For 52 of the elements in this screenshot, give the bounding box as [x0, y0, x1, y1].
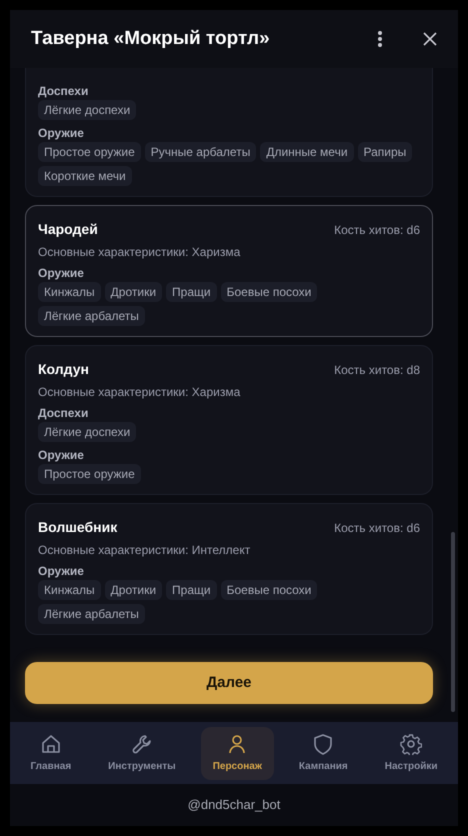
proficiency-tag: Лёгкие доспехи — [38, 422, 136, 442]
proficiency-tag: Простое оружие — [38, 142, 141, 162]
section-label: Доспехи — [38, 83, 90, 99]
proficiency-tag: Кинжалы — [38, 282, 101, 302]
class-name: Колдун — [38, 360, 89, 378]
class-card[interactable]: Волшебник Кость хитов: d6 Основные характеристики: Интеллект Оружие Кинжалы Дротики Пращи Боевые посохи Лёгкие арбалеты — [25, 503, 433, 635]
proficiency-tag: Простое оружие — [38, 464, 141, 484]
class-card[interactable]: Колдун Кость хитов: d8 Основные характеристики: Харизма Доспехи Лёгкие доспехи Оружие Простое оружие — [25, 345, 433, 495]
nav-tab[interactable]: Инструменты — [96, 726, 188, 780]
window-title: Таверна «Мокрый тортл» — [31, 26, 271, 51]
class-name: Чародей — [38, 220, 98, 238]
proficiency-tag: Дротики — [104, 282, 162, 302]
proficiency-tag: Пращи — [166, 282, 217, 302]
section-label: Оружие — [38, 265, 85, 281]
nav-tab[interactable]: Персонаж — [200, 726, 274, 780]
class-card[interactable]: Доспехи Лёгкие доспехи Оружие Простое оружие Ручные арбалеты Длинные мечи Рапиры Короткие мечи — [25, 68, 433, 197]
section-label: Оружие — [38, 563, 85, 579]
proficiency-tag: Дротики — [104, 580, 162, 600]
settings-icon — [400, 732, 422, 754]
home-icon — [40, 732, 62, 754]
proficiency-tag: Лёгкие арбалеты — [38, 306, 145, 326]
next-button[interactable]: Далее — [25, 662, 433, 704]
proficiency-tag: Рапиры — [358, 142, 412, 162]
shield-icon — [312, 732, 334, 754]
nav-tab[interactable]: Кампания — [286, 726, 360, 780]
abilities-text: Основные характеристики: Харизма — [38, 384, 242, 400]
hit-die-label: Кость хитов: d8 — [334, 362, 420, 379]
proficiency-tag: Ручные арбалеты — [144, 142, 256, 162]
class-name: Волшебник — [38, 518, 118, 536]
hit-die-label: Кость хитов: d6 — [334, 222, 420, 239]
abilities-text: Основные характеристики: Интеллект — [38, 542, 252, 558]
bot-username: @dnd5char_bot — [188, 796, 280, 814]
nav-tab[interactable]: Главная — [18, 726, 84, 780]
proficiency-tag: Лёгкие арбалеты — [38, 604, 145, 624]
abilities-text: Основные характеристики: Харизма — [38, 244, 242, 260]
nav-tab[interactable]: Настройки — [372, 726, 450, 780]
class-card[interactable]: Чародей Кость хитов: d6 Основные характеристики: Харизма Оружие Кинжалы Дротики Пращи Боевые посохи Лёгкие арбалеты — [25, 205, 433, 337]
wrench-icon — [130, 732, 153, 754]
more-icon[interactable] — [377, 30, 383, 48]
section-label: Оружие — [38, 125, 85, 141]
section-label: Доспехи — [38, 405, 90, 421]
proficiency-tag: Боевые посохи — [220, 580, 318, 600]
section-label: Оружие — [38, 447, 85, 463]
proficiency-tag: Лёгкие доспехи — [38, 100, 136, 120]
proficiency-tag: Боевые посохи — [220, 282, 318, 302]
scrollbar[interactable] — [451, 532, 455, 712]
proficiency-tag: Кинжалы — [38, 580, 101, 600]
proficiency-tag: Пращи — [166, 580, 217, 600]
close-icon[interactable] — [423, 32, 437, 46]
proficiency-tag: Длинные мечи — [260, 142, 354, 162]
proficiency-tag: Короткие мечи — [38, 166, 132, 186]
hit-die-label: Кость хитов: d6 — [334, 520, 420, 537]
